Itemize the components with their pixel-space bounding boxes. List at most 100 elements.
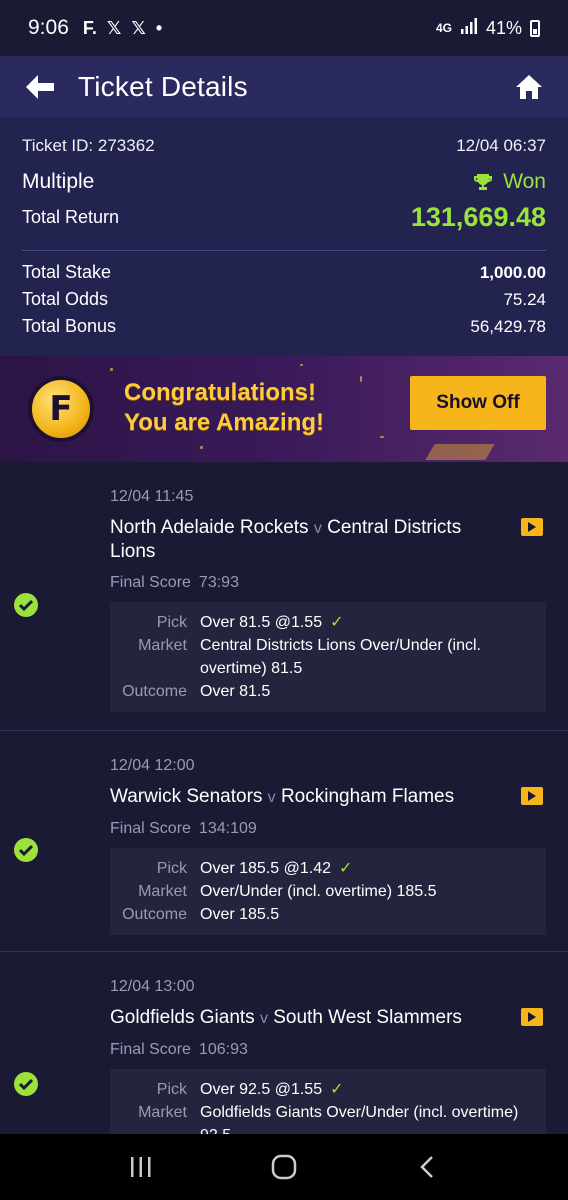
- final-score-label: Final Score: [110, 1041, 191, 1058]
- home-team: North Adelaide Rockets: [110, 517, 309, 538]
- app-notification-icon: F.: [82, 17, 97, 38]
- match-time: 12/04 12:00: [110, 757, 195, 774]
- match-name[interactable]: North Adelaide Rockets v Central Distric…: [110, 516, 505, 563]
- match-tracker-icon[interactable]: [521, 1008, 543, 1026]
- final-score-value: 106:93: [198, 1041, 248, 1058]
- total-stake-label: Total Stake: [22, 262, 112, 282]
- more-notifications-icon: •: [155, 17, 163, 38]
- checkmark-icon: ✓: [330, 1081, 344, 1098]
- match-name[interactable]: Goldfields Giants v South West Slammers: [110, 1006, 505, 1030]
- market-value: Over/Under (incl. overtime) 185.5: [200, 883, 437, 900]
- pick-details: Pick Over 185.5 @1.42 ✓ Market Over/Under…: [110, 848, 546, 935]
- status-time: 9:06: [28, 16, 69, 39]
- outcome-value: Over 185.5: [200, 906, 280, 923]
- sparkle-decoration: [110, 368, 113, 371]
- x-notification-icon: 𝕏: [131, 17, 146, 38]
- match-tracker-icon[interactable]: [521, 787, 543, 805]
- total-odds-value: 75.24: [503, 289, 546, 309]
- final-score: Final Score 73:93: [110, 574, 239, 592]
- banner-line-1: Congratulations!: [124, 379, 316, 406]
- banner-message: Congratulations! You are Amazing!: [124, 378, 324, 438]
- system-navigation-bar: [0, 1134, 568, 1200]
- ticket-summary: Ticket ID: 273362 12/04 06:37 Multiple W…: [0, 118, 568, 356]
- checkmark-icon: ✓: [330, 614, 344, 631]
- sparkle-decoration: [300, 364, 303, 366]
- bet-leg-card: 12/04 12:00 Warwick Senators v Rockingha…: [0, 731, 568, 952]
- outcome-label: Outcome: [122, 906, 187, 923]
- sparkle-decoration: [200, 446, 203, 449]
- back-nav-button[interactable]: [407, 1147, 447, 1187]
- status-badge: Won: [473, 170, 546, 194]
- x-notification-icon: 𝕏: [106, 17, 122, 38]
- ticket-datetime: 12/04 06:37: [456, 136, 546, 155]
- trophy-icon: [474, 174, 493, 190]
- market-label: Market: [138, 637, 187, 654]
- pick-label: Pick: [156, 614, 187, 631]
- status-bar: 9:06 F. 𝕏 𝕏 • 4G 41%: [0, 0, 568, 56]
- match-time: 12/04 13:00: [110, 978, 195, 995]
- pick-details: Pick Over 81.5 @1.55 ✓ Market Central Dis…: [110, 602, 546, 712]
- outcome-label: Outcome: [122, 683, 187, 700]
- home-icon: [516, 75, 542, 99]
- battery-percent: 41%: [485, 17, 522, 38]
- divider: [22, 250, 546, 251]
- versus-label: v: [259, 1010, 268, 1027]
- final-score-value: 73:93: [198, 574, 239, 591]
- home-team: Goldfields Giants: [110, 1007, 255, 1028]
- check-circle-icon: [14, 838, 38, 862]
- final-score-value: 134:109: [198, 820, 257, 837]
- pick-label: Pick: [156, 1081, 187, 1098]
- total-return-value: 131,669.48: [410, 202, 546, 232]
- sparkle-decoration: [380, 436, 384, 438]
- top-app-bar: Ticket Details: [0, 56, 568, 118]
- pick-label: Pick: [156, 860, 187, 877]
- versus-label: v: [313, 520, 322, 537]
- home-button[interactable]: [512, 70, 546, 104]
- home-nav-button[interactable]: [264, 1147, 304, 1187]
- market-label: Market: [138, 883, 187, 900]
- outcome-value: Over 81.5: [200, 683, 271, 700]
- network-type-label: 4G: [435, 21, 452, 35]
- brand-logo-icon: F: [28, 376, 94, 442]
- recent-apps-button[interactable]: [121, 1147, 161, 1187]
- sparkle-decoration: [360, 376, 362, 382]
- page-title: Ticket Details: [78, 71, 248, 102]
- check-circle-icon: [14, 593, 38, 617]
- battery-icon: [530, 19, 540, 37]
- away-team: Rockingham Flames: [280, 786, 455, 807]
- total-odds-label: Total Odds: [22, 289, 109, 309]
- status-text: Won: [503, 170, 546, 193]
- final-score-label: Final Score: [110, 574, 191, 591]
- congratulations-banner: F Congratulations! You are Amazing! Show…: [0, 356, 568, 462]
- versus-label: v: [267, 789, 276, 806]
- final-score-label: Final Score: [110, 820, 191, 837]
- total-bonus-label: Total Bonus: [22, 316, 117, 336]
- checkmark-icon: ✓: [338, 860, 353, 877]
- chevron-left-icon: [419, 1156, 433, 1178]
- market-value: Central Districts Lions Over/Under (incl…: [200, 637, 481, 677]
- bet-type: Multiple: [22, 170, 95, 193]
- ticket-id: Ticket ID: 273362: [22, 136, 155, 155]
- away-team: South West Slammers: [273, 1007, 462, 1028]
- banner-line-2: You are Amazing!: [124, 409, 325, 436]
- pick-value: Over 81.5 @1.55: [200, 614, 323, 631]
- ribbon-decoration: [425, 444, 495, 460]
- back-button[interactable]: [22, 69, 58, 105]
- match-tracker-icon[interactable]: [521, 518, 543, 536]
- arrow-left-icon: [26, 75, 54, 99]
- pick-value: Over 185.5 @1.42: [200, 860, 331, 877]
- final-score: Final Score 134:109: [110, 820, 257, 838]
- total-return-label: Total Return: [22, 207, 120, 227]
- total-bonus-value: 56,429.78: [470, 316, 546, 336]
- signal-icon: [460, 17, 478, 39]
- final-score: Final Score 106:93: [110, 1041, 248, 1059]
- home-circle-icon: [271, 1154, 297, 1180]
- check-circle-icon: [14, 1072, 38, 1096]
- match-time: 12/04 11:45: [110, 488, 194, 505]
- pick-value: Over 92.5 @1.55: [200, 1081, 323, 1098]
- home-team: Warwick Senators: [110, 786, 263, 807]
- match-name[interactable]: Warwick Senators v Rockingham Flames: [110, 785, 505, 809]
- show-off-button[interactable]: Show Off: [410, 376, 546, 430]
- recent-apps-icon: [131, 1157, 151, 1177]
- bet-leg-card: 12/04 11:45 North Adelaide Rockets v Cen…: [0, 462, 568, 731]
